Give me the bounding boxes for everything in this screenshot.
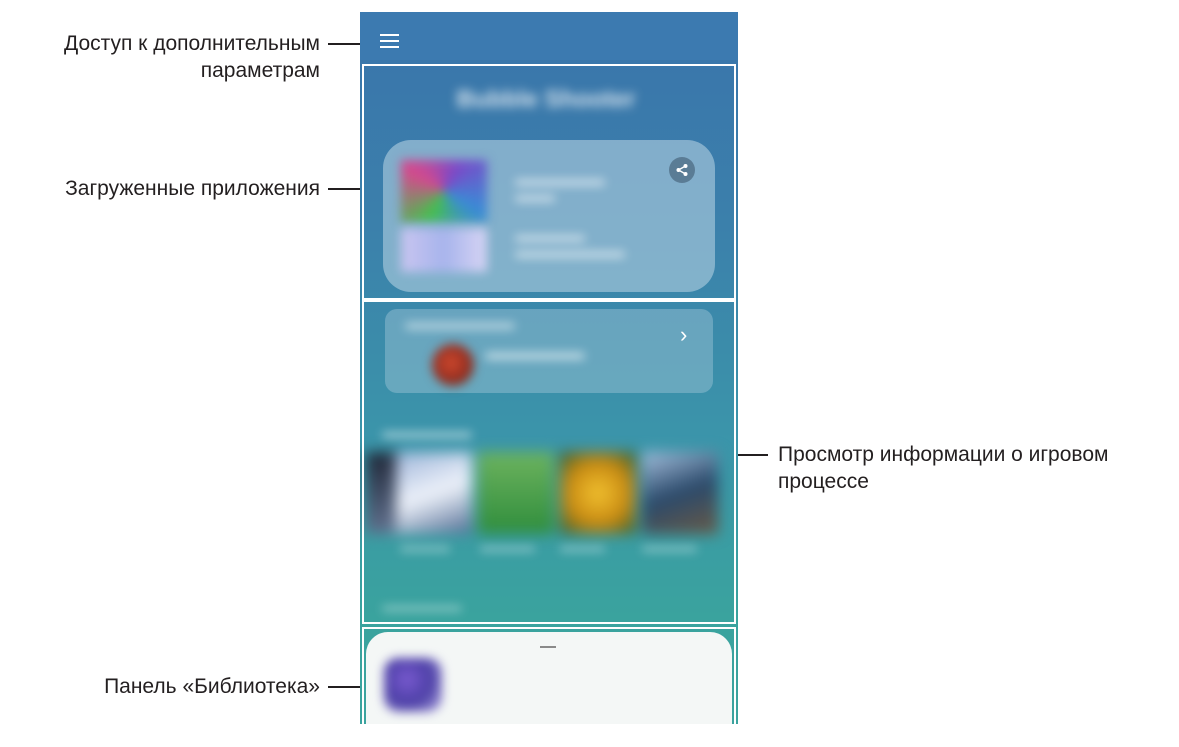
leader-downloaded-apps (328, 188, 360, 190)
leader-library-panel (328, 686, 360, 688)
hamburger-menu-icon[interactable] (380, 34, 399, 49)
top-bar (360, 12, 738, 60)
callout-more-options-line2: параметрам (200, 59, 320, 82)
frame-downloaded-apps (362, 64, 736, 300)
callout-gameplay-info-line2: процессе (778, 470, 869, 493)
callout-gameplay-info-line1: Просмотр информации о игровом (778, 443, 1109, 466)
leader-gameplay-info (738, 454, 768, 456)
callout-downloaded-apps: Загруженные приложения (65, 177, 320, 200)
callout-gameplay-info: Просмотр информации о игровом процессе (778, 441, 1178, 495)
callout-more-options-line1: Доступ к дополнительным (63, 32, 320, 55)
frame-library-panel (362, 627, 736, 747)
callout-library-panel: Панель «Библиотека» (104, 675, 320, 698)
callout-more-options: Доступ к дополнительным параметрам (0, 30, 320, 84)
frame-gameplay-info (362, 300, 736, 624)
